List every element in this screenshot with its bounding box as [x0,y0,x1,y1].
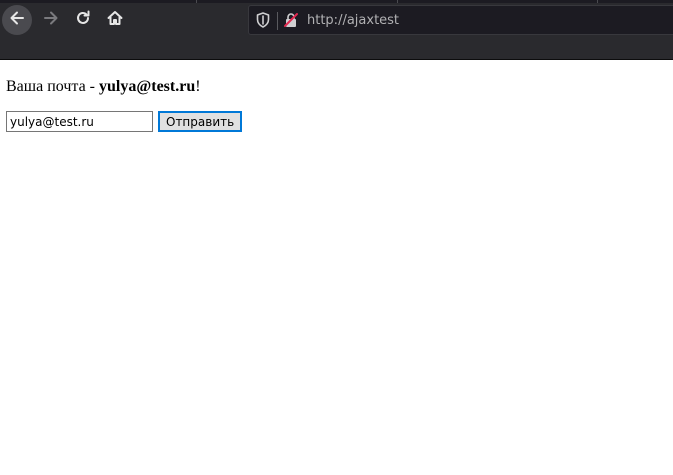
insecure-lock-icon[interactable] [283,12,299,28]
url-bar[interactable]: http://ajaxtest [248,5,673,35]
back-button[interactable] [2,5,32,35]
home-button[interactable] [100,5,130,35]
greeting-suffix: ! [195,78,201,95]
url-divider [277,12,278,30]
forward-button[interactable] [36,5,66,35]
greeting-prefix: Ваша почта - [6,78,100,95]
page-content: Ваша почта - yulya@test.ru! [6,78,201,96]
browser-toolbar: http://ajaxtest [0,0,673,60]
email-input[interactable] [6,111,153,132]
greeting-email: yulya@test.ru [99,78,196,95]
email-form: Отправить [6,111,243,132]
shield-icon[interactable] [255,12,271,28]
url-text[interactable]: http://ajaxtest [307,13,399,28]
greeting-text: Ваша почта - yulya@test.ru! [6,78,201,96]
tab-separator [397,0,398,3]
tab-strip [0,0,673,3]
tab-separator [597,0,598,3]
reload-button[interactable] [68,5,98,35]
tab-separator [196,0,197,3]
reload-icon [74,9,92,32]
forward-arrow-icon [42,9,60,32]
home-icon [106,9,124,32]
submit-button[interactable]: Отправить [158,111,243,132]
back-arrow-icon [8,9,26,32]
